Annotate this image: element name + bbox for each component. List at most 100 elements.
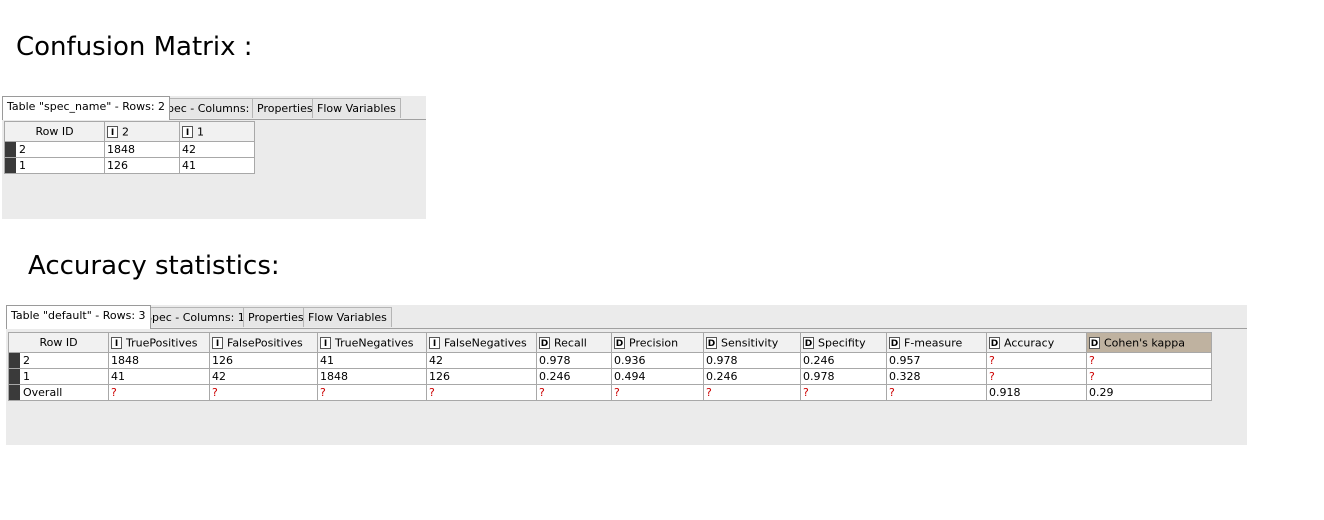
integer-type-icon: I — [182, 125, 193, 138]
column-header-label: F-measure — [904, 336, 963, 350]
row-id-label: 2 — [19, 143, 26, 156]
row-id-cell[interactable]: 2 — [4, 141, 105, 158]
table-cell[interactable]: ? — [1086, 368, 1212, 385]
row-selector-icon — [5, 142, 16, 157]
table-cell[interactable]: ? — [209, 384, 318, 401]
table-cell[interactable]: 1848 — [104, 141, 180, 158]
table-cell[interactable]: 42 — [209, 368, 318, 385]
table-cell[interactable]: 42 — [179, 141, 255, 158]
integer-type-icon: I — [212, 336, 223, 349]
table-cell[interactable]: 41 — [317, 352, 427, 369]
table-row[interactable]: 2 1848 42 — [4, 141, 255, 158]
column-header-label: Cohen's kappa — [1104, 336, 1185, 350]
column-header[interactable]: I FalsePositives — [209, 332, 318, 353]
column-header[interactable]: D Cohen's kappa — [1086, 332, 1212, 353]
integer-type-icon: I — [107, 125, 118, 138]
row-id-header[interactable]: Row ID — [4, 121, 105, 142]
table-cell[interactable]: ? — [703, 384, 801, 401]
table-cell[interactable]: 0.957 — [886, 352, 987, 369]
row-selector-icon — [5, 158, 16, 173]
row-id-header[interactable]: Row ID — [8, 332, 109, 353]
table-cell[interactable]: 0.246 — [800, 352, 887, 369]
table-cell[interactable]: 0.494 — [611, 368, 704, 385]
table-cell[interactable]: 0.328 — [886, 368, 987, 385]
tab-spec[interactable]: Spec - Columns: 2 — [155, 98, 265, 118]
table-cell[interactable]: 0.978 — [703, 352, 801, 369]
column-header[interactable]: I TruePositives — [108, 332, 210, 353]
accuracy-statistics-table: Row ID I TruePositives I FalsePositives I True… — [8, 332, 1212, 401]
table-cell[interactable]: 126 — [104, 157, 180, 174]
table-cell[interactable]: ? — [317, 384, 427, 401]
tab-table[interactable]: Table "default" - Rows: 3 — [6, 305, 151, 329]
column-header[interactable]: I FalseNegatives — [426, 332, 537, 353]
column-header-label: Specifity — [818, 336, 866, 350]
column-header[interactable]: D Recall — [536, 332, 612, 353]
column-header-label: Sensitivity — [721, 336, 779, 350]
table-cell[interactable]: 41 — [108, 368, 210, 385]
table-cell[interactable]: 42 — [426, 352, 537, 369]
table-cell[interactable]: 126 — [426, 368, 537, 385]
row-id-cell[interactable]: 1 — [8, 368, 109, 385]
table-cell[interactable]: ? — [986, 368, 1087, 385]
row-id-cell[interactable]: 1 — [4, 157, 105, 174]
column-header-label: Accuracy — [1004, 336, 1055, 350]
tab-flow-variables[interactable]: Flow Variables — [312, 98, 401, 118]
confusion-tab-bar: Table "spec_name" - Rows: 2 Spec - Colum… — [2, 96, 426, 120]
table-cell[interactable]: 0.29 — [1086, 384, 1212, 401]
double-type-icon: D — [889, 336, 900, 349]
table-row[interactable]: Overall????????? 0.918 0.29 — [8, 384, 1212, 401]
column-header-label: TruePositives — [126, 336, 198, 350]
tab-properties[interactable]: Properties — [243, 307, 309, 327]
tab-flow-variables[interactable]: Flow Variables — [303, 307, 392, 327]
double-type-icon: D — [803, 336, 814, 349]
accuracy-tab-bar: Table "default" - Rows: 3 Spec - Columns… — [6, 305, 1247, 329]
column-header-label: FalsePositives — [227, 336, 303, 350]
integer-type-icon: I — [429, 336, 440, 349]
row-id-cell[interactable]: 2 — [8, 352, 109, 369]
table-cell[interactable]: 1848 — [108, 352, 210, 369]
column-header[interactable]: I2 — [104, 121, 180, 142]
table-row[interactable]: 2 1848 126 41 42 0.978 0.936 0.978 0.246 0.957?? — [8, 352, 1212, 369]
row-id-label: 1 — [19, 159, 26, 172]
integer-type-icon: I — [320, 336, 331, 349]
table-cell[interactable]: ? — [536, 384, 612, 401]
row-selector-icon — [9, 385, 20, 400]
table-cell[interactable]: 0.936 — [611, 352, 704, 369]
tab-spec[interactable]: Spec - Columns: 11 — [140, 307, 257, 327]
table-cell[interactable]: 0.978 — [800, 368, 887, 385]
column-header[interactable]: D Accuracy — [986, 332, 1087, 353]
row-id-cell[interactable]: Overall — [8, 384, 109, 401]
column-header[interactable]: D F-measure — [886, 332, 987, 353]
column-header[interactable]: D Precision — [611, 332, 704, 353]
double-type-icon: D — [539, 336, 550, 349]
table-cell[interactable]: 41 — [179, 157, 255, 174]
table-cell[interactable]: ? — [611, 384, 704, 401]
row-selector-icon — [9, 353, 20, 368]
column-header-label: Precision — [629, 336, 679, 350]
table-cell[interactable]: 0.918 — [986, 384, 1087, 401]
double-type-icon: D — [1089, 336, 1100, 349]
table-cell[interactable]: ? — [886, 384, 987, 401]
table-cell[interactable]: 0.246 — [703, 368, 801, 385]
table-cell[interactable]: ? — [108, 384, 210, 401]
column-header[interactable]: D Specifity — [800, 332, 887, 353]
column-header[interactable]: D Sensitivity — [703, 332, 801, 353]
table-cell[interactable]: 0.978 — [536, 352, 612, 369]
column-header-label: Recall — [554, 336, 587, 350]
column-header-label: 2 — [122, 125, 129, 139]
table-cell[interactable]: ? — [986, 352, 1087, 369]
table-cell[interactable]: 1848 — [317, 368, 427, 385]
table-row[interactable]: 1 126 41 — [4, 157, 255, 174]
table-cell[interactable]: ? — [1086, 352, 1212, 369]
confusion-matrix-panel: Table "spec_name" - Rows: 2 Spec - Colum… — [2, 96, 426, 219]
table-cell[interactable]: ? — [426, 384, 537, 401]
table-cell[interactable]: ? — [800, 384, 887, 401]
table-cell[interactable]: 0.246 — [536, 368, 612, 385]
column-header-label: TrueNegatives — [335, 336, 414, 350]
column-header[interactable]: I TrueNegatives — [317, 332, 427, 353]
tab-properties[interactable]: Properties — [252, 98, 318, 118]
tab-table[interactable]: Table "spec_name" - Rows: 2 — [2, 96, 171, 120]
table-cell[interactable]: 126 — [209, 352, 318, 369]
column-header[interactable]: I1 — [179, 121, 255, 142]
table-row[interactable]: 1 41 42 1848 126 0.246 0.494 0.246 0.978 0.328?? — [8, 368, 1212, 385]
